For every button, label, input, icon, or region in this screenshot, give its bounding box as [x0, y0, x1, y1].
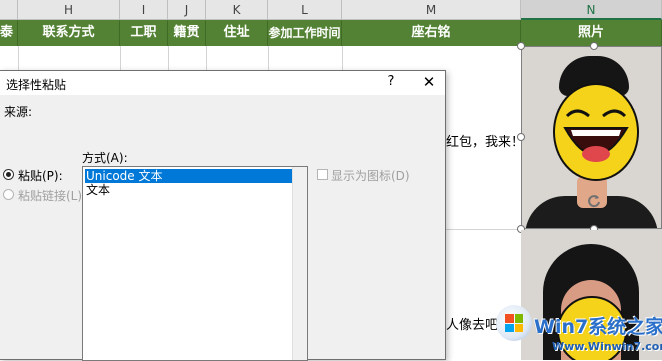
- header-cell-job[interactable]: 工职: [120, 20, 168, 46]
- dialog-title: 选择性粘贴: [6, 78, 67, 92]
- list-item[interactable]: 文本: [85, 183, 110, 197]
- help-button[interactable]: ?: [383, 74, 399, 92]
- win7-logo-icon: [496, 305, 532, 341]
- resize-handle-top-left[interactable]: [517, 42, 525, 50]
- paste-radio-label[interactable]: 粘贴(P):: [18, 167, 63, 184]
- header-cell-start-date[interactable]: 参加工作时间: [268, 20, 342, 46]
- column-header-I[interactable]: I: [120, 0, 168, 20]
- paste-radio[interactable]: [3, 169, 14, 180]
- column-header-M[interactable]: M: [342, 0, 521, 20]
- list-item[interactable]: Unicode 文本: [85, 169, 294, 183]
- dialog-titlebar[interactable]: 选择性粘贴 ? ✕: [0, 71, 445, 95]
- display-as-icon-label[interactable]: 显示为图标(D): [331, 167, 410, 184]
- column-header-K[interactable]: K: [206, 0, 268, 20]
- header-cell-partial[interactable]: 泰: [0, 20, 18, 46]
- watermark-url: Www.Winwin7.com: [552, 340, 662, 353]
- motto-cell-row1[interactable]: 红包，我来！: [446, 131, 524, 150]
- smiley-face-icon: [553, 83, 639, 181]
- windows-flag: [505, 314, 523, 332]
- paste-special-dialog: 选择性粘贴 ? ✕ 来源: 方式(A): 粘贴(P): 粘贴链接(L): Uni…: [0, 70, 446, 361]
- resize-handle-top[interactable]: [590, 42, 598, 50]
- column-header-L[interactable]: L: [268, 0, 342, 20]
- as-label: 方式(A):: [82, 151, 128, 165]
- format-listbox[interactable]: Unicode 文本 文本: [82, 166, 308, 361]
- paste-link-radio-label[interactable]: 粘贴链接(L):: [18, 187, 86, 204]
- column-header-J[interactable]: J: [168, 0, 206, 20]
- paste-link-radio[interactable]: [3, 189, 14, 200]
- close-button[interactable]: ✕: [420, 73, 438, 93]
- display-as-icon-checkbox[interactable]: [317, 169, 328, 180]
- rotate-handle-icon[interactable]: [586, 193, 602, 209]
- listbox-scrollbar[interactable]: [292, 167, 307, 360]
- resize-handle-left[interactable]: [517, 133, 525, 141]
- column-header-N[interactable]: N: [521, 0, 662, 20]
- source-label: 来源:: [4, 105, 33, 119]
- header-cell-contact[interactable]: 联系方式: [18, 20, 120, 46]
- header-cell-address[interactable]: 住址: [206, 20, 268, 46]
- header-cell-origin[interactable]: 籍贯: [168, 20, 206, 46]
- column-header-H[interactable]: H: [18, 0, 120, 20]
- watermark-brand: Win7系统之家: [534, 316, 662, 338]
- column-header-G[interactable]: [0, 0, 18, 20]
- header-cell-motto[interactable]: 座右铭: [342, 20, 521, 46]
